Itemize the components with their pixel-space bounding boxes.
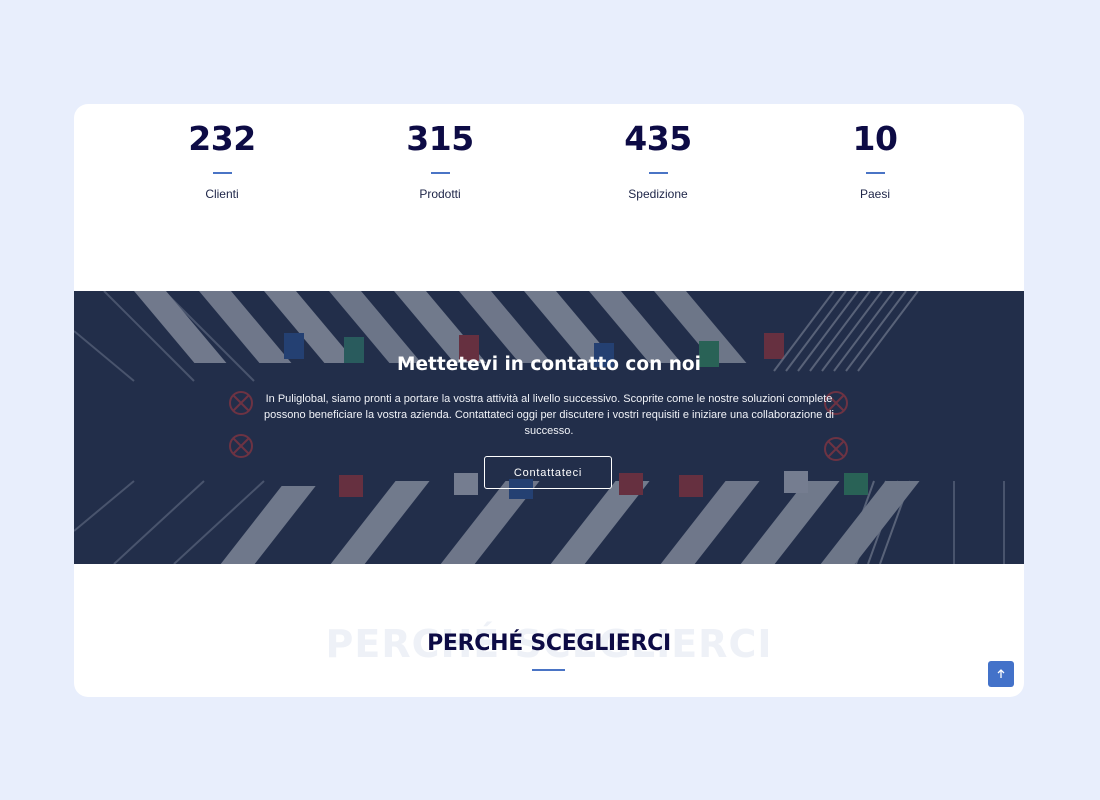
stat-label: Paesi [859,187,891,201]
scroll-to-top-button[interactable] [988,661,1014,687]
content-card: 232 Clienti 315 Prodotti 435 Spedizione … [74,104,1024,697]
stat-divider [648,172,668,174]
arrow-up-icon [997,669,1005,678]
stat-shipments: 435 Spedizione [558,118,758,201]
stat-number: 232 [188,119,256,158]
stat-countries: 10 Paesi [775,118,975,201]
stat-label: Clienti [205,187,239,201]
stat-label: Spedizione [628,187,688,201]
stat-divider [430,172,450,174]
banner-title: Mettetevi in contatto con noi [397,354,701,375]
stat-number: 435 [624,119,692,158]
stat-number: 315 [406,119,474,158]
why-choose-us-section: PERCHÉ SCEGLIERCI PERCHÉ SCEGLIERCI [74,614,1024,694]
stat-divider [865,172,885,174]
contact-button[interactable]: Contattateci [484,456,612,489]
title-underline [532,669,565,671]
section-title: PERCHÉ SCEGLIERCI [427,631,671,656]
stat-number: 10 [852,119,898,158]
stat-products: 315 Prodotti [340,118,540,201]
stat-clients: 232 Clienti [122,118,322,201]
stats-section: 232 Clienti 315 Prodotti 435 Spedizione … [74,104,1024,224]
stat-label: Prodotti [419,187,461,201]
banner-description: In Puliglobal, siamo pronti a portare la… [264,393,834,437]
contact-banner: Mettetevi in contatto con noi In Puliglo… [74,291,1024,564]
stat-divider [212,172,232,174]
